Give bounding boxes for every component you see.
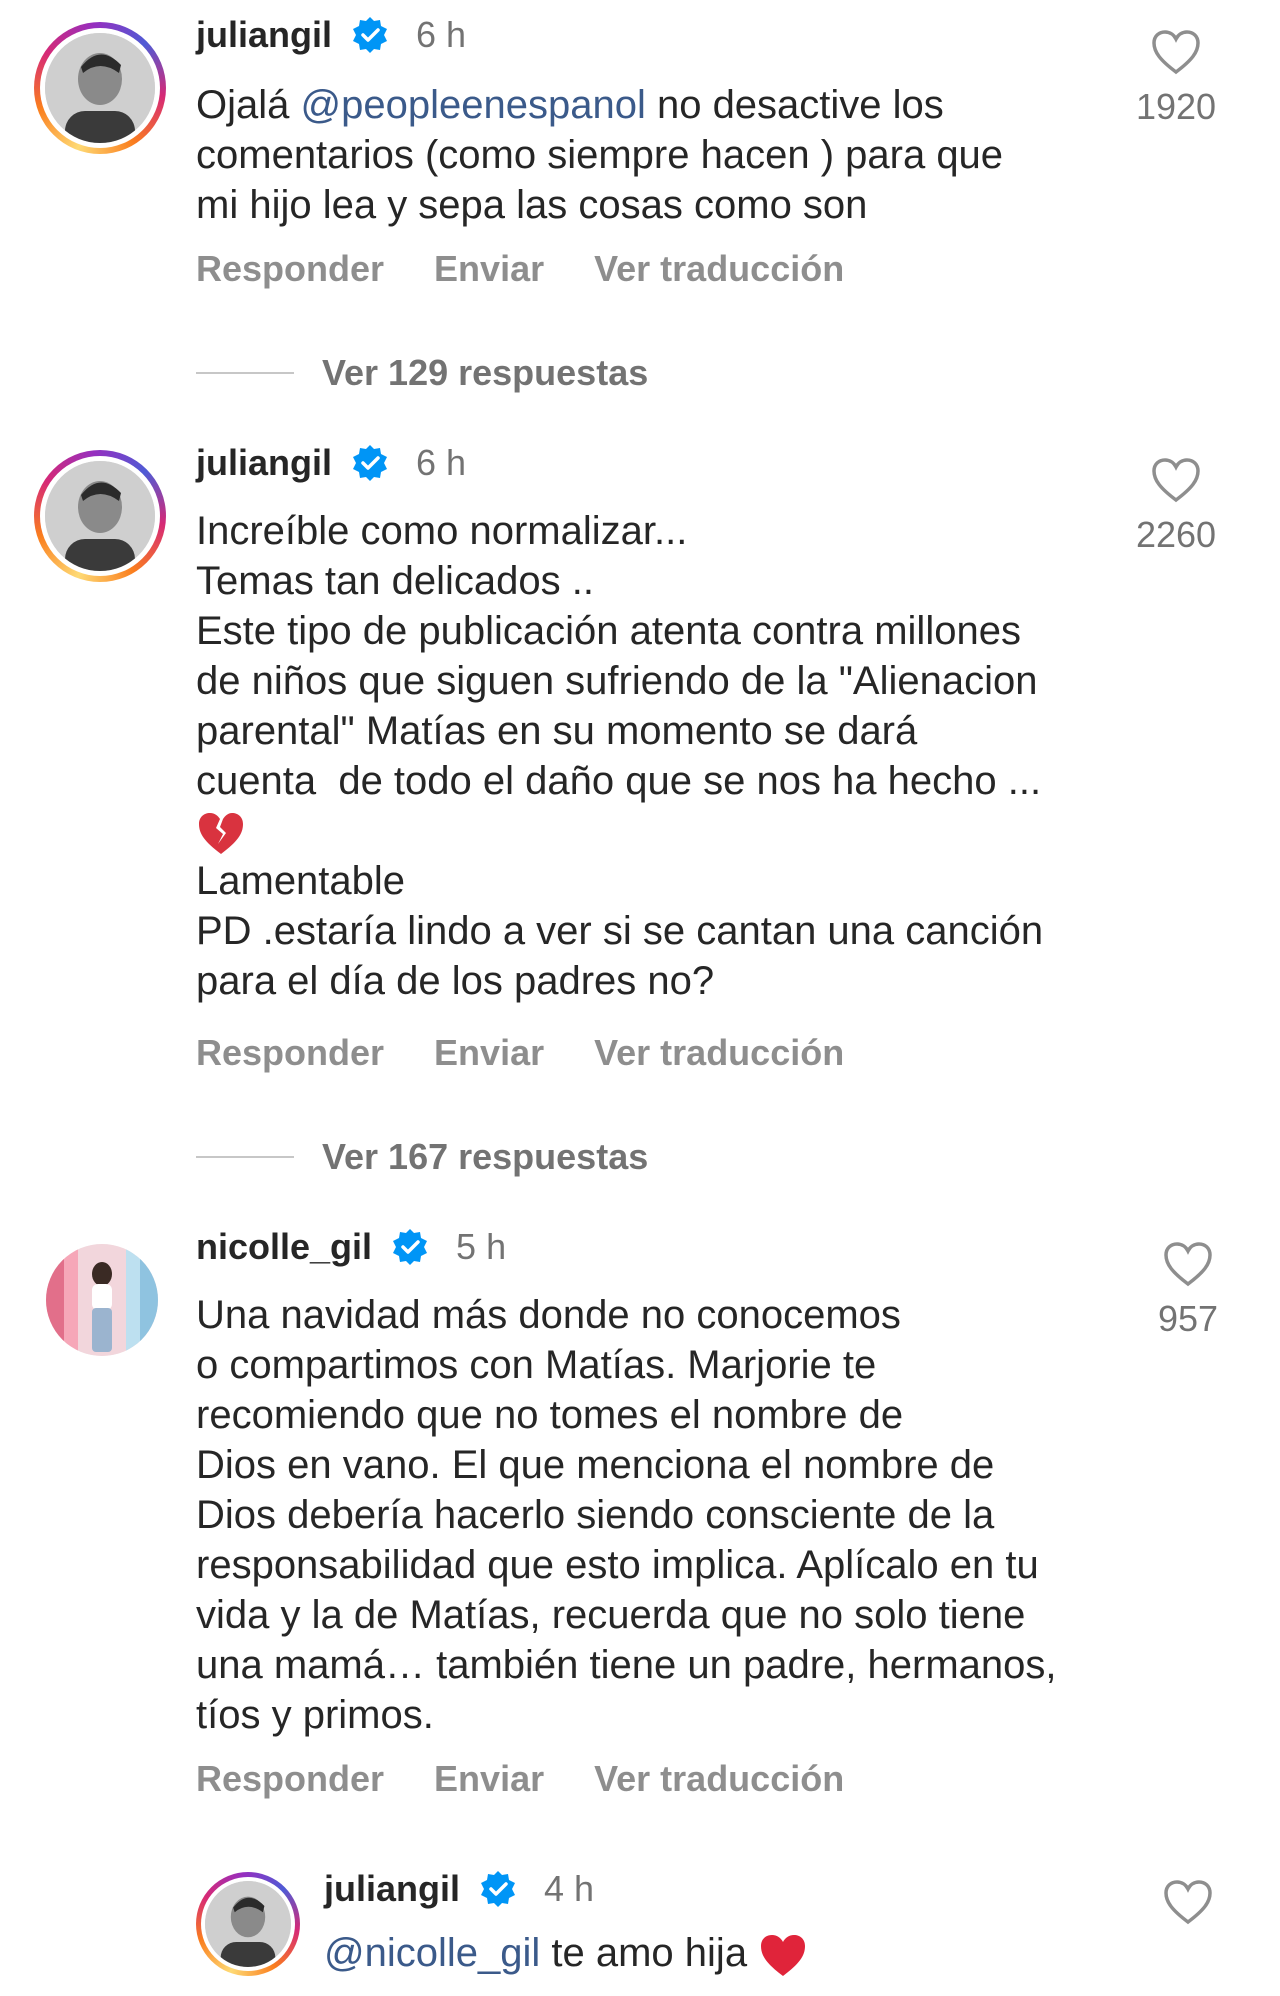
profile-photo: [205, 1881, 291, 1967]
mention-link[interactable]: @peopleenespanol: [301, 83, 646, 127]
comment-text: Increíble como normalizar... Temas tan d…: [196, 509, 1044, 1004]
translate-button[interactable]: Ver traducción: [594, 1758, 844, 1800]
verified-badge-icon: [353, 17, 388, 53]
send-button[interactable]: Enviar: [434, 1758, 544, 1800]
translate-button[interactable]: Ver traducción: [594, 1032, 844, 1074]
like-count: 957: [1157, 1298, 1219, 1339]
username[interactable]: juliangil: [196, 442, 332, 484]
timestamp: 6 h: [416, 14, 467, 55]
verified-badge-icon: [393, 1229, 428, 1265]
reply-button[interactable]: Responder: [196, 248, 384, 290]
send-button[interactable]: Enviar: [434, 1032, 544, 1074]
comment-text: @nicolle_gil te amo hija: [324, 1928, 1124, 1978]
username[interactable]: nicolle_gil: [196, 1226, 372, 1268]
verified-badge-icon: [353, 445, 388, 481]
timestamp: 6 h: [416, 442, 467, 483]
username[interactable]: juliangil: [196, 14, 332, 56]
avatar[interactable]: [46, 1244, 158, 1356]
timestamp: 5 h: [456, 1226, 507, 1267]
divider: [196, 1156, 294, 1158]
comment-text: Una navidad más donde no conocemos o com…: [196, 1293, 1057, 1737]
comment-text: Ojalá @peopleenespanol no desactive los …: [196, 83, 1004, 227]
translate-button[interactable]: Ver traducción: [594, 248, 844, 290]
reply-button[interactable]: Responder: [196, 1758, 384, 1800]
send-button[interactable]: Enviar: [434, 248, 544, 290]
verified-badge-icon: [481, 1871, 516, 1907]
mention-link[interactable]: @nicolle_gil: [324, 1931, 540, 1975]
avatar[interactable]: [196, 1872, 300, 1976]
broken-heart-icon: [199, 813, 243, 855]
like-count: 1920: [1135, 86, 1217, 127]
view-replies-button[interactable]: Ver 167 respuestas: [322, 1136, 648, 1178]
reply-button[interactable]: Responder: [196, 1032, 384, 1074]
avatar[interactable]: [34, 450, 166, 582]
username[interactable]: juliangil: [324, 1868, 460, 1910]
profile-photo: [45, 33, 155, 143]
divider: [196, 372, 294, 374]
heart-icon[interactable]: [1162, 1878, 1214, 1926]
timestamp: 4 h: [544, 1868, 595, 1909]
heart-icon[interactable]: [1150, 28, 1202, 76]
avatar[interactable]: [34, 22, 166, 154]
heart-icon[interactable]: [1150, 456, 1202, 504]
profile-photo: [46, 1244, 158, 1356]
heart-icon[interactable]: [1162, 1240, 1214, 1288]
view-replies-button[interactable]: Ver 129 respuestas: [322, 352, 648, 394]
red-heart-icon: [761, 1935, 806, 1977]
like-count: 2260: [1135, 514, 1217, 555]
profile-photo: [45, 461, 155, 571]
